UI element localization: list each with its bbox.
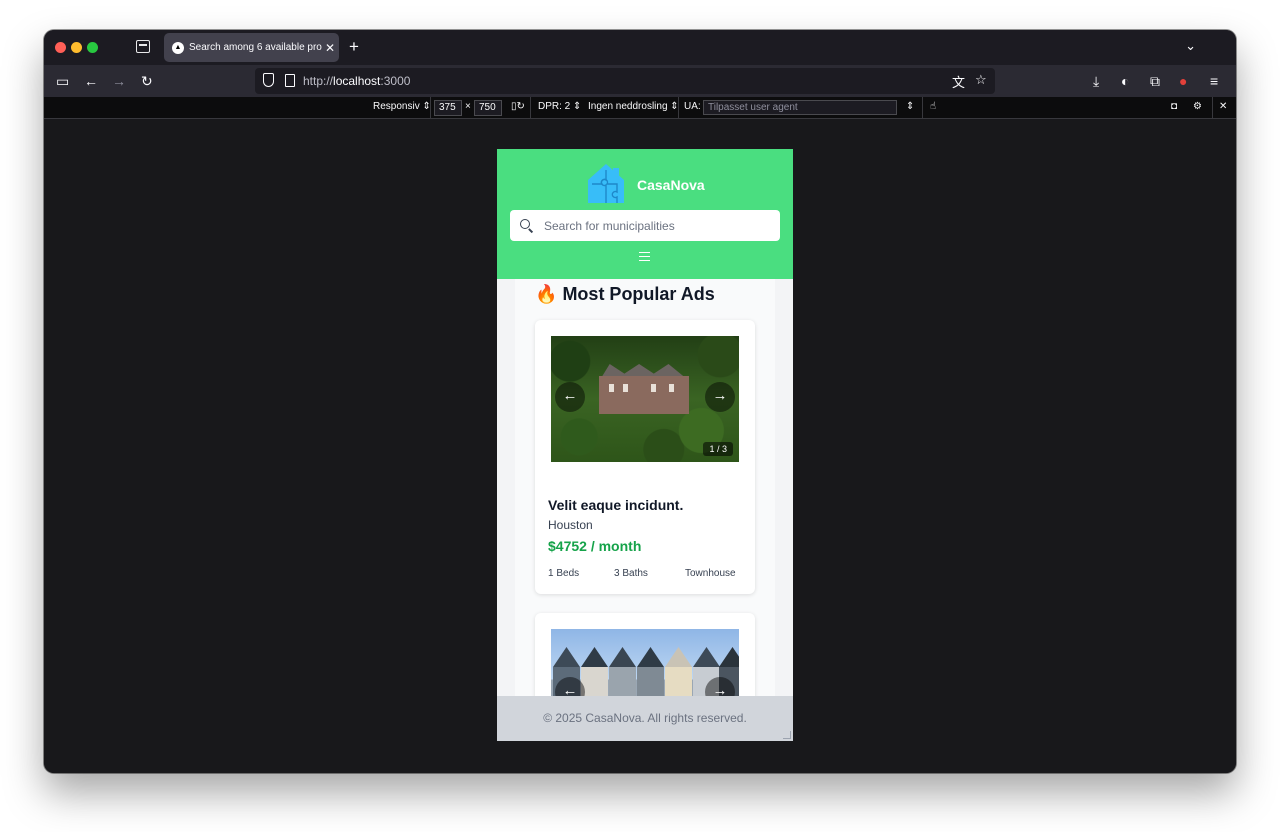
site-header: CasaNova (497, 149, 793, 279)
window (609, 384, 614, 392)
next-photo-button[interactable]: → (705, 382, 735, 412)
section-title-text: Most Popular Ads (562, 284, 715, 304)
window (669, 384, 674, 392)
minimize-window-button[interactable] (71, 42, 82, 53)
mansion-facade (599, 376, 689, 414)
menu-icon[interactable]: ≡ (1210, 72, 1218, 90)
address-bar[interactable]: http://localhost:3000 文 ☆ (255, 68, 995, 94)
back-button[interactable]: ← (84, 72, 98, 90)
nextjs-favicon-icon: ▲ (172, 41, 184, 54)
throttle-select[interactable]: Ingen neddrosling ⇕ (588, 101, 679, 112)
toolbar-divider (530, 97, 531, 119)
device-select[interactable]: Responsiv ⇕ (373, 101, 431, 112)
viewport-resize-handle[interactable] (783, 731, 791, 739)
toolbar-divider (678, 97, 679, 119)
dpr-select[interactable]: DPR: 2 ⇕ (538, 101, 581, 112)
close-rdm-icon[interactable]: ✕ (1219, 101, 1227, 112)
listing-beds: 1 Beds (548, 568, 580, 579)
close-tab-icon[interactable]: ✕ (325, 41, 335, 55)
section-title: 🔥 Most Popular Ads (535, 284, 715, 305)
browser-window: ▲ Search among 6 available prope ✕ + ⌄ ▭… (44, 30, 1236, 773)
viewport-width-input[interactable]: 375 (434, 100, 462, 116)
listing-baths: 3 Baths (614, 568, 648, 579)
tab-list-icon[interactable] (136, 40, 150, 53)
settings-gear-icon[interactable]: ⚙ (1193, 101, 1202, 112)
sidebar-toggle-icon[interactable]: ▭ (56, 72, 69, 90)
search-icon (520, 219, 530, 229)
page-icon[interactable] (285, 74, 295, 87)
extensions-icon[interactable]: ⧉ (1150, 72, 1160, 90)
viewport-height-input[interactable]: 750 (474, 100, 502, 116)
search-input[interactable] (544, 217, 769, 235)
window (623, 384, 628, 392)
toolbar-divider (430, 97, 431, 119)
previous-photo-button[interactable]: ← (555, 382, 585, 412)
brand-name[interactable]: CasaNova (637, 177, 705, 193)
listing-price: $4752 / month (548, 538, 642, 554)
shield-icon[interactable] (263, 73, 274, 87)
ua-select-arrow-icon[interactable]: ⇕ (906, 101, 914, 112)
navigation-toolbar: ▭ ← → ↻ http://localhost:3000 文 ☆ ⤓ ◐ ⧉ … (44, 65, 1236, 97)
listing-photo[interactable]: ← → 1 / 3 (551, 336, 739, 462)
device-viewport: CasaNova 🔥 Most Popular Ads (497, 149, 793, 741)
forward-button[interactable]: → (112, 72, 126, 90)
hamburger-menu-icon[interactable] (639, 252, 650, 261)
rotate-icon[interactable]: ▯↻ (511, 101, 525, 112)
photo-counter: 1 / 3 (703, 442, 733, 456)
listing-card[interactable]: ← → 1 / 3 Velit eaque incidunt. Houston … (535, 320, 755, 594)
toolbar-divider (1212, 97, 1213, 119)
toolbar-divider (922, 97, 923, 119)
window (651, 384, 656, 392)
tab-active[interactable]: ▲ Search among 6 available prope ✕ (164, 33, 339, 62)
listing-title[interactable]: Velit eaque incidunt. (548, 497, 683, 513)
ublock-icon[interactable]: ● (1179, 72, 1187, 90)
chevron-down-icon[interactable]: ⌄ (1185, 38, 1196, 54)
listing-type: Townhouse (685, 568, 736, 579)
listing-city: Houston (548, 518, 593, 532)
reload-button[interactable]: ↻ (141, 72, 153, 90)
search-box[interactable] (510, 210, 780, 241)
dimension-separator: × (465, 101, 471, 112)
site-footer: © 2025 CasaNova. All rights reserved. (497, 696, 793, 741)
responsive-design-toolbar: Responsiv ⇕ 375 × 750 ▯↻ DPR: 2 ⇕ Ingen … (44, 97, 1236, 119)
url-text[interactable]: http://localhost:3000 (303, 74, 410, 88)
downloads-icon[interactable]: ⤓ (1093, 72, 1099, 90)
screenshot-icon[interactable]: ◘ (1171, 101, 1177, 112)
touch-simulation-icon[interactable]: ☝ (930, 101, 936, 112)
new-tab-button[interactable]: + (349, 37, 359, 57)
translate-icon[interactable]: 文 (952, 72, 965, 91)
puzzle-house-logo-icon[interactable] (586, 162, 626, 203)
tab-strip: ▲ Search among 6 available prope ✕ + ⌄ (44, 30, 1236, 65)
zoom-window-button[interactable] (87, 42, 98, 53)
close-window-button[interactable] (55, 42, 66, 53)
fire-icon: 🔥 (535, 284, 558, 304)
account-icon[interactable]: ◐ (1121, 72, 1129, 90)
ua-label: UA: (684, 101, 701, 112)
user-agent-input[interactable]: Tilpasset user agent (703, 100, 897, 115)
bookmark-star-icon[interactable]: ☆ (975, 72, 987, 88)
viewport-area: CasaNova 🔥 Most Popular Ads (44, 119, 1236, 773)
tab-title: Search among 6 available prope (189, 42, 322, 53)
